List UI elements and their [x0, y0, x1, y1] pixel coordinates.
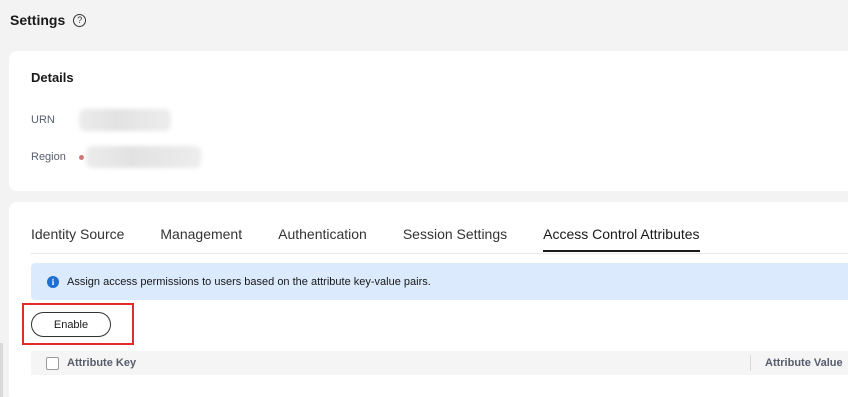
tab-divider [31, 253, 848, 254]
settings-tabs-card: Identity Source Management Authenticatio… [9, 202, 848, 397]
region-row: Region [31, 146, 201, 168]
urn-value-redacted [79, 109, 171, 131]
page-title: Settings [10, 12, 66, 28]
urn-row: URN [31, 109, 171, 131]
tab-management[interactable]: Management [160, 226, 242, 252]
table-header: Attribute Key Attribute Value [31, 351, 848, 375]
select-all-checkbox[interactable] [46, 356, 59, 370]
enable-button[interactable]: Enable [31, 312, 111, 337]
info-icon: i [47, 275, 59, 288]
region-label: Region [31, 151, 66, 163]
details-card: Details URN Region [9, 51, 848, 191]
page-header: Settings ? [10, 12, 87, 28]
notice-text: Assign access permissions to users based… [67, 275, 431, 288]
tab-bar: Identity Source Management Authenticatio… [31, 226, 736, 252]
tab-session-settings[interactable]: Session Settings [403, 226, 507, 252]
column-attribute-value: Attribute Value [765, 357, 843, 369]
column-attribute-key: Attribute Key [67, 357, 137, 369]
info-notice: i Assign access permissions to users bas… [31, 263, 848, 300]
region-flag-icon [79, 154, 84, 160]
column-separator[interactable] [750, 355, 751, 371]
tab-identity-source[interactable]: Identity Source [31, 226, 124, 252]
left-edge-divider [0, 343, 3, 397]
urn-label: URN [31, 114, 55, 126]
help-icon[interactable]: ? [73, 13, 87, 27]
tab-authentication[interactable]: Authentication [278, 226, 367, 252]
region-value-redacted [86, 146, 201, 168]
details-title: Details [31, 70, 74, 85]
tab-access-control-attributes[interactable]: Access Control Attributes [543, 226, 700, 252]
